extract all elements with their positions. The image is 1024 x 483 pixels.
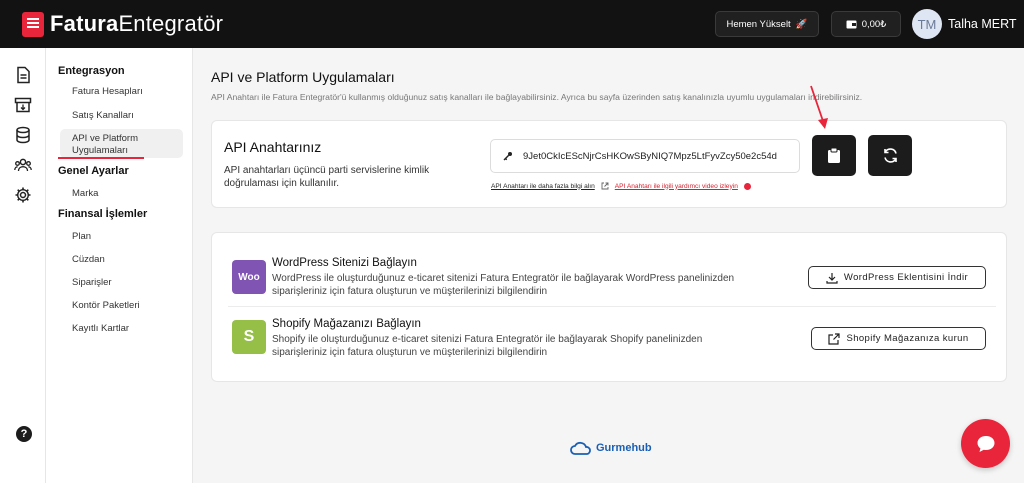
annotation-arrow [810,85,828,129]
submenu-item-sales-channels[interactable]: Satış Kanalları [72,110,134,122]
rocket-icon: 🚀 [795,18,808,30]
document-icon[interactable] [14,66,32,84]
page-description: API Anahtarı ile Fatura Entegratör'ü kul… [211,92,863,102]
wordpress-button-label: WordPress Eklentisini İndir [843,272,969,283]
upgrade-label: Hemen Yükselt [726,18,791,30]
section-title-general: Genel Ayarlar [58,165,129,177]
submenu-item-invoice-accounts[interactable]: Fatura Hesapları [72,86,143,98]
external-link-icon [601,182,609,190]
clipboard-icon [828,147,840,163]
archive-icon[interactable] [14,96,32,114]
settings-submenu: Entegrasyon Fatura Hesapları Satış Kanal… [46,48,193,483]
balance-value: 0,00₺ [861,18,887,30]
active-underline [58,157,144,159]
logo-icon [22,11,44,37]
cloud-icon [570,441,591,455]
app-logo[interactable]: FaturaEntegratör [22,11,223,37]
submenu-item-brand[interactable]: Marka [72,188,98,200]
regenerate-key-button[interactable] [868,135,912,176]
download-icon [826,272,838,284]
section-title-finance: Finansal İşlemler [58,208,148,220]
copy-key-button[interactable] [812,135,856,176]
shopify-button-label: Shopify Mağazanıza kurun [846,333,969,344]
submenu-item-orders[interactable]: Siparişler [72,277,112,289]
submenu-item-credit-packages[interactable]: Kontör Paketleri [72,300,140,312]
refresh-icon [883,148,897,163]
wallet-icon [846,20,857,29]
shopify-title: Shopify Mağazanızı Bağlayın [272,318,421,330]
shopify-description: Shopify ile oluşturduğunuz e-ticaret sit… [272,334,703,358]
brand-name: FaturaEntegratör [50,11,224,36]
external-link-icon [828,332,841,345]
footer-brand[interactable]: Gurmehub [570,441,652,455]
avatar[interactable]: TM [912,9,942,39]
api-key-title: API Anahtarınız [224,139,322,155]
woocommerce-logo: Woo [232,260,266,294]
api-video-link[interactable]: API Anahtarı ile ilgili yardımcı video i… [615,183,738,190]
page-title: API ve Platform Uygulamaları [211,69,395,85]
users-icon[interactable] [14,156,32,174]
submenu-item-saved-cards[interactable]: Kayıtlı Kartlar [72,323,129,335]
chat-icon [977,435,994,452]
api-key-field[interactable] [490,139,800,173]
database-icon[interactable] [14,126,32,144]
submenu-item-api-platform[interactable]: API ve Platform [72,133,138,145]
shopify-install-button[interactable]: Shopify Mağazanıza kurun [811,327,986,350]
section-title-integration: Entegrasyon [58,65,125,77]
wordpress-description: WordPress ile oluşturduğunuz e-ticaret s… [272,273,735,297]
gear-icon[interactable] [14,186,32,204]
platforms-card [211,232,1007,382]
top-bar: FaturaEntegratör Hemen Yükselt 🚀 0,00₺ T… [0,0,1024,48]
submenu-item-api-platform-line2[interactable]: Uygulamaları [72,145,128,157]
chat-button[interactable] [961,419,1010,468]
api-help-links: API Anahtarı ile daha fazla bilgi alın A… [491,182,751,190]
api-key-description: API anahtarları üçüncü parti servislerin… [224,165,430,189]
wordpress-title: WordPress Sitenizi Bağlayın [272,257,417,269]
upgrade-button[interactable]: Hemen Yükselt 🚀 [715,11,819,37]
submenu-item-wallet[interactable]: Cüzdan [72,254,105,266]
help-icon[interactable]: ? [16,426,32,442]
submenu-item-plan[interactable]: Plan [72,231,91,243]
key-icon [503,152,512,161]
video-play-icon [743,182,751,190]
shopify-logo: S [232,320,266,354]
api-info-link[interactable]: API Anahtarı ile daha fazla bilgi alın [491,183,595,190]
row-divider [228,306,996,307]
username[interactable]: Talha MERT [948,17,1017,31]
api-key-input[interactable] [523,150,793,162]
wordpress-plugin-button[interactable]: WordPress Eklentisini İndir [808,266,986,289]
wallet-button[interactable]: 0,00₺ [831,11,901,37]
footer-brand-name: Gurmehub [596,442,652,454]
icon-rail [0,48,46,483]
